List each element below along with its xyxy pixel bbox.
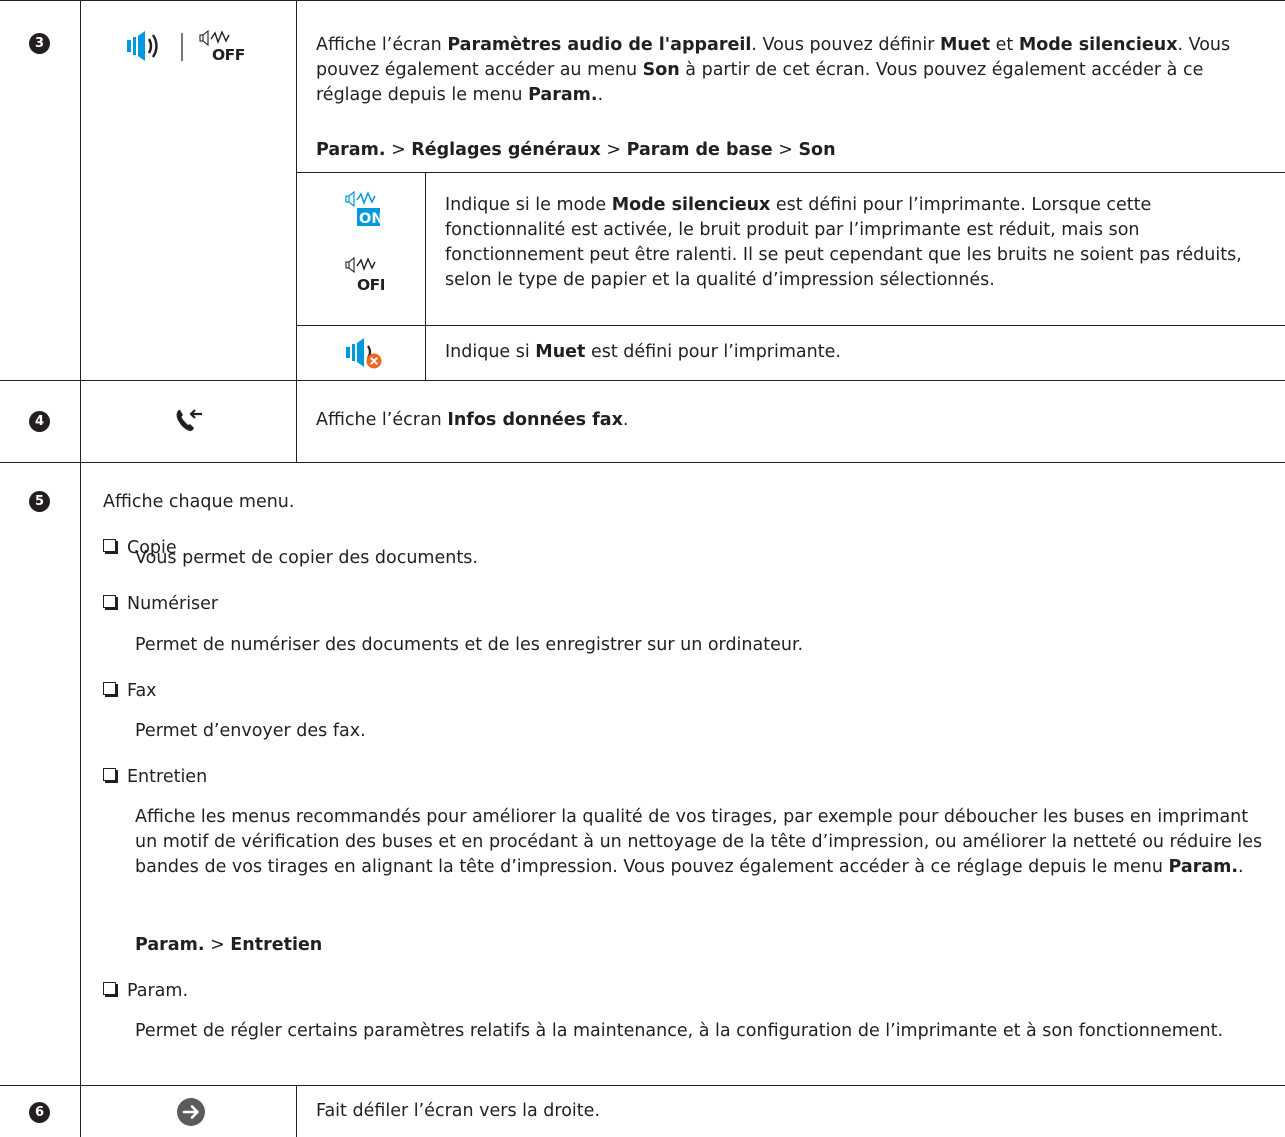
row-number-4: 4 [29,411,50,432]
settings-table: 3 OFF Affiche l’écran Paramètres audio d… [0,0,1285,1137]
row3-description: Affiche l’écran Paramètres audio de l'ap… [316,35,1231,105]
param-description: Permet de régler certains paramètres rel… [135,1021,1224,1041]
entretien-description: Affiche les menus recommandés pour améli… [135,807,1263,877]
menu-item-fax: Fax [103,679,157,704]
checkbox-bullet-icon [103,982,116,995]
menu-item-numeriser: Numériser [103,592,218,617]
svg-text:OFF: OFF [357,276,384,294]
checkbox-bullet-icon [103,768,116,781]
quiet-mode-off-icon: OFF [199,29,245,64]
row5-intro: Affiche chaque menu. [103,492,295,512]
menu-item-param: Param. [103,979,188,1004]
sound-settings-icons: OFF [125,25,265,65]
quiet-mode-description: Indique si le mode Mode silencieux est d… [445,195,1242,290]
quiet-mode-off-icon: OFF [344,256,384,296]
entretien-menu-path: Param. > Entretien [135,935,323,955]
row3-menu-path: Param. > Réglages généraux > Param de ba… [316,140,836,160]
row-number-5: 5 [29,491,50,512]
menu-item-entretien: Entretien [103,765,207,790]
checkbox-bullet-icon [103,682,116,695]
numeriser-description: Permet de numériser des documents et de … [135,635,804,655]
speaker-icon [127,31,158,61]
mute-description: Indique si Muet est défini pour l’imprim… [445,342,841,362]
row-number-6: 6 [29,1102,50,1123]
row6-description: Fait défiler l’écran vers la droite. [316,1101,600,1121]
mute-icon [344,335,384,371]
svg-text:OFF: OFF [212,46,245,64]
checkbox-bullet-icon [103,539,116,552]
svg-text:ON: ON [359,211,383,227]
copie-description: Vous permet de copier des documents. [135,548,478,568]
fax-description: Permet d’envoyer des fax. [135,721,366,741]
row4-description: Affiche l’écran Infos données fax. [316,410,629,430]
quiet-mode-on-icon: ON [344,190,384,230]
checkbox-bullet-icon [103,595,116,608]
row-number-3: 3 [29,33,50,54]
scroll-right-arrow-icon [176,1097,206,1127]
fax-data-icon [174,408,204,434]
